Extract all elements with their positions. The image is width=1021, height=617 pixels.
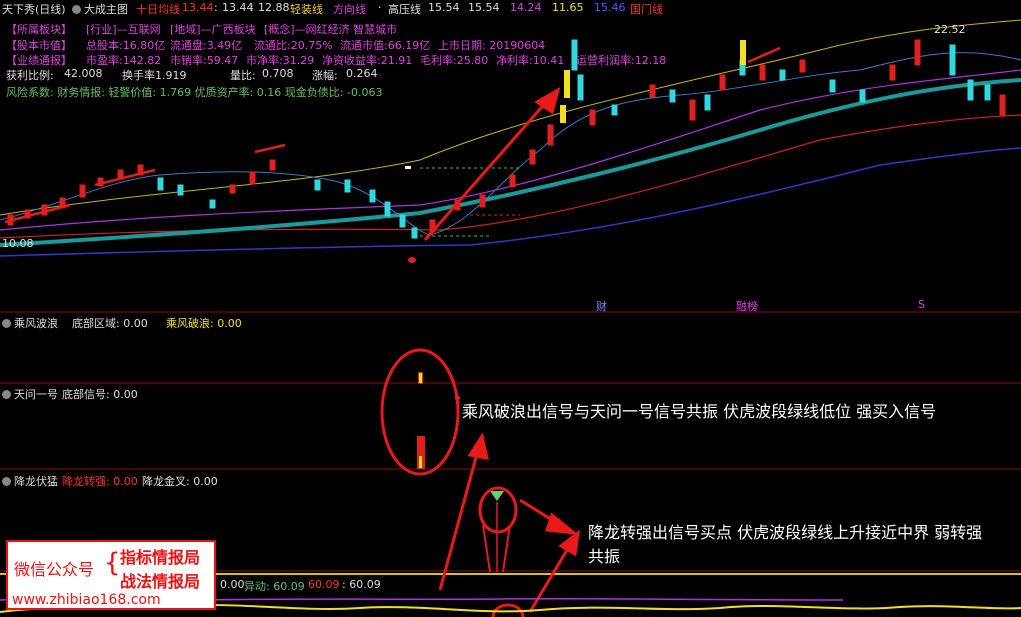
- event-cai-label: 财: [596, 300, 607, 313]
- annotation-text-1: 乘风破浪出信号与天问一号信号共振 伏虎波段绿线低位 强买入信号: [462, 402, 937, 421]
- gy-v2: 15.54: [468, 1, 500, 14]
- gear-icon[interactable]: [2, 319, 11, 328]
- ma10-label: 十日均线: [136, 3, 180, 16]
- gm-label: 国门线: [630, 3, 663, 16]
- fx-label: 方向线: [333, 3, 366, 16]
- ma10-value: 13.44: [182, 1, 214, 14]
- gy-label: 高压线: [388, 3, 421, 16]
- gear-icon[interactable]: [2, 477, 11, 486]
- indicator-name[interactable]: 大成主图: [72, 1, 128, 17]
- v2-value: 13.44: [222, 1, 254, 14]
- ma-blue-line: [0, 147, 1021, 257]
- title-bar: 天下秀(日线) 大成主图 十日均线 13.44 : 13.44 : 12.88 …: [0, 0, 1021, 17]
- watermark: 微信公众号 { 指标情报局 战法情报局 www.zhibiao168.com: [6, 540, 216, 610]
- gear-icon[interactable]: [2, 390, 11, 399]
- v5-value: 11.65: [552, 1, 584, 14]
- high-price-label: 22.52: [934, 23, 966, 36]
- gy-v1: 15.54: [428, 1, 460, 14]
- jianglong-signal-marker: [490, 491, 504, 501]
- event-jin-label: 融榜: [736, 300, 758, 313]
- qz-label: 轻装线: [290, 3, 323, 16]
- warn-label: 运营利润率:12.18: [576, 54, 667, 67]
- stock-name[interactable]: 天下秀(日线): [2, 1, 66, 17]
- v4-value: 14.24: [510, 1, 542, 14]
- low-price-label: 10.08: [2, 237, 34, 250]
- v6-value: 15.46: [594, 1, 626, 14]
- v3-value: 12.88: [258, 1, 290, 14]
- event-s-label: S: [918, 298, 925, 311]
- annotation-text-2: 降龙转强出信号买点 伏虎波段绿线上升接近中界 弱转强: [588, 523, 983, 542]
- gear-icon[interactable]: [72, 5, 81, 14]
- annotation-text-2b: 共振: [588, 547, 621, 566]
